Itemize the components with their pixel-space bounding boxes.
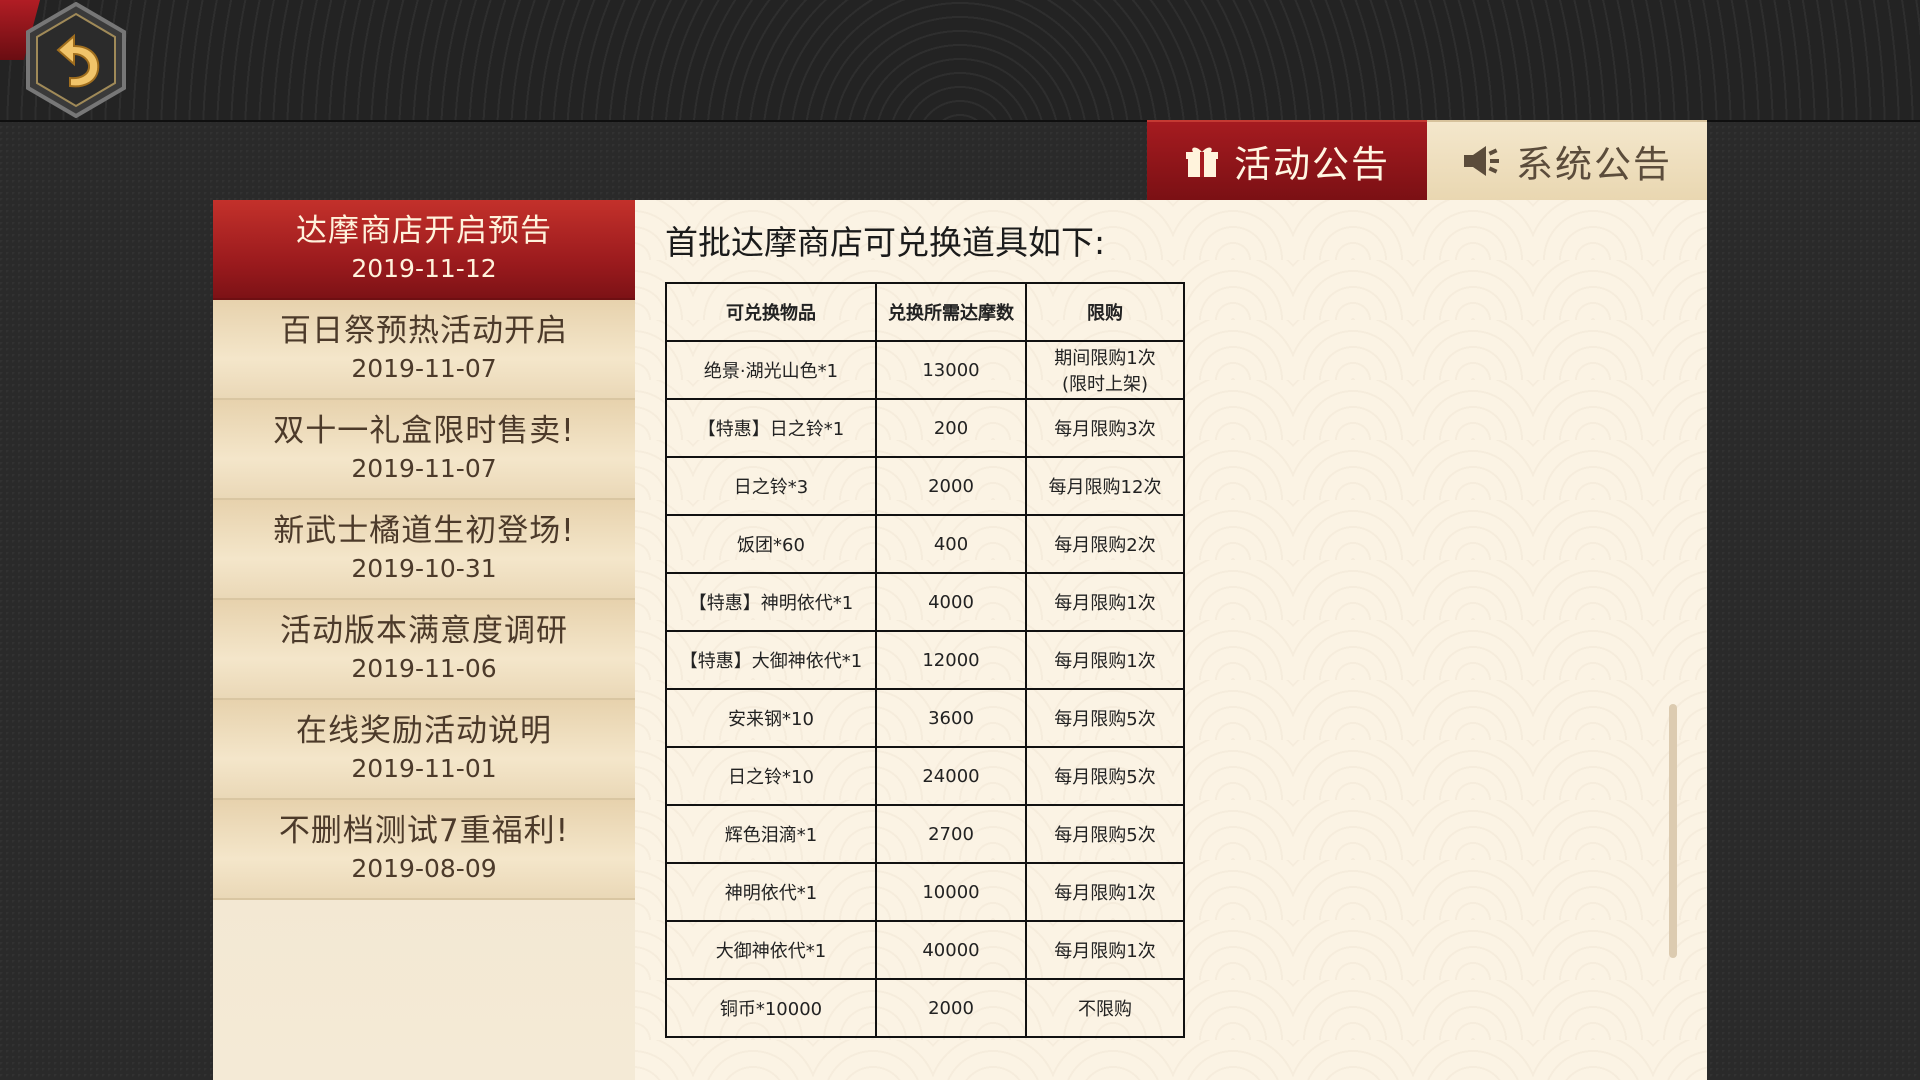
daruma-cost: 4000 (875, 572, 1027, 632)
item-name: 日之铃*10 (665, 746, 877, 806)
table-header-row: 可兑换物品 兑换所需达摩数 限购 (665, 282, 1185, 342)
sidebar-item-test-benefits[interactable]: 不删档测试7重福利! 2019-08-09 (213, 800, 635, 900)
purchase-limit: 每月限购5次 (1025, 804, 1185, 864)
table-row: 日之铃*3 2000 每月限购12次 (665, 456, 1185, 516)
item-name: 辉色泪滴*1 (665, 804, 877, 864)
daruma-cost: 10000 (875, 862, 1027, 922)
gift-icon (1186, 147, 1218, 177)
sidebar-item-title: 双十一礼盒限时售卖! (273, 413, 575, 449)
content-title: 首批达摩商店可兑换道具如下: (665, 223, 1106, 262)
tab-activity-announcement[interactable]: 活动公告 (1147, 120, 1427, 200)
sidebar-item-title: 百日祭预热活动开启 (280, 313, 568, 349)
back-button[interactable] (18, 1, 134, 119)
table-row: 辉色泪滴*1 2700 每月限购5次 (665, 804, 1185, 864)
sidebar-item-double-eleven[interactable]: 双十一礼盒限时售卖! 2019-11-07 (213, 400, 635, 500)
content-scrollbar[interactable] (1669, 704, 1677, 958)
daruma-cost: 3600 (875, 688, 1027, 748)
top-bar (0, 0, 1920, 122)
purchase-limit: 不限购 (1025, 978, 1185, 1038)
purchase-limit: 期间限购1次 (限时上架) (1025, 340, 1185, 400)
purchase-limit: 每月限购2次 (1025, 514, 1185, 574)
sidebar-item-title: 达摩商店开启预告 (296, 213, 552, 249)
table-row: 神明依代*1 10000 每月限购1次 (665, 862, 1185, 922)
daruma-cost: 2000 (875, 456, 1027, 516)
table-row: 饭团*60 400 每月限购2次 (665, 514, 1185, 574)
tab-label: 系统公告 (1516, 143, 1672, 186)
sidebar-item-new-samurai[interactable]: 新武士橘道生初登场! 2019-10-31 (213, 500, 635, 600)
item-name: 饭团*60 (665, 514, 877, 574)
item-name: 日之铃*3 (665, 456, 877, 516)
table-row: 【特惠】大御神依代*1 12000 每月限购1次 (665, 630, 1185, 690)
column-header: 限购 (1025, 282, 1185, 342)
item-name: 安来钢*10 (665, 688, 877, 748)
daruma-cost: 400 (875, 514, 1027, 574)
sidebar-item-online-reward[interactable]: 在线奖励活动说明 2019-11-01 (213, 700, 635, 800)
purchase-limit-note: (限时上架) (1061, 374, 1149, 395)
daruma-cost: 24000 (875, 746, 1027, 806)
speaker-icon (1464, 146, 1499, 176)
item-name: 【特惠】神明依代*1 (665, 572, 877, 632)
tab-system-announcement[interactable]: 系统公告 (1427, 120, 1707, 200)
tab-bar: 活动公告 系统公告 (1147, 120, 1707, 200)
item-name: 绝景·湖光山色*1 (665, 340, 877, 400)
column-header: 兑换所需达摩数 (875, 282, 1027, 342)
purchase-limit: 每月限购5次 (1025, 688, 1185, 748)
daruma-cost: 200 (875, 398, 1027, 458)
back-arrow-icon (26, 1, 126, 119)
table-row: 铜币*10000 2000 不限购 (665, 978, 1185, 1038)
sidebar-item-date: 2019-11-07 (351, 454, 497, 483)
sidebar-item-title: 新武士橘道生初登场! (273, 513, 575, 549)
item-name: 【特惠】大御神依代*1 (665, 630, 877, 690)
sidebar-item-title: 在线奖励活动说明 (296, 713, 552, 749)
daruma-cost: 13000 (875, 340, 1027, 400)
sidebar-item-date: 2019-08-09 (351, 854, 497, 883)
sidebar-item-title: 活动版本满意度调研 (280, 613, 568, 649)
sidebar-item-survey[interactable]: 活动版本满意度调研 2019-11-06 (213, 600, 635, 700)
table-row: 日之铃*10 24000 每月限购5次 (665, 746, 1185, 806)
table-row: 绝景·湖光山色*1 13000 期间限购1次 (限时上架) (665, 340, 1185, 400)
daruma-cost: 2700 (875, 804, 1027, 864)
item-name: 大御神依代*1 (665, 920, 877, 980)
announcement-content: 首批达摩商店可兑换道具如下: 可兑换物品 兑换所需达摩数 限购 绝景·湖光山色*… (651, 210, 1681, 1070)
daruma-cost: 40000 (875, 920, 1027, 980)
table-row: 【特惠】日之铃*1 200 每月限购3次 (665, 398, 1185, 458)
purchase-limit: 每月限购1次 (1025, 572, 1185, 632)
purchase-limit: 每月限购3次 (1025, 398, 1185, 458)
sidebar-item-date: 2019-11-06 (351, 654, 497, 683)
table-row: 大御神依代*1 40000 每月限购1次 (665, 920, 1185, 980)
purchase-limit-line: 期间限购1次 (1054, 348, 1156, 369)
table-row: 安来钢*10 3600 每月限购5次 (665, 688, 1185, 748)
item-name: 铜币*10000 (665, 978, 877, 1038)
daruma-cost: 2000 (875, 978, 1027, 1038)
purchase-limit: 每月限购12次 (1025, 456, 1185, 516)
announcement-panel: 达摩商店开启预告 2019-11-12 百日祭预热活动开启 2019-11-07… (213, 200, 1707, 1080)
sidebar-item-date: 2019-11-12 (351, 254, 497, 283)
sidebar-item-date: 2019-11-01 (351, 754, 497, 783)
sidebar-item-100-day-festival[interactable]: 百日祭预热活动开启 2019-11-07 (213, 300, 635, 400)
sidebar-item-daruma-shop[interactable]: 达摩商店开启预告 2019-11-12 (213, 200, 635, 300)
purchase-limit: 每月限购1次 (1025, 920, 1185, 980)
announcement-list: 达摩商店开启预告 2019-11-12 百日祭预热活动开启 2019-11-07… (213, 200, 635, 1080)
item-name: 【特惠】日之铃*1 (665, 398, 877, 458)
daruma-cost: 12000 (875, 630, 1027, 690)
item-name: 神明依代*1 (665, 862, 877, 922)
exchange-table: 可兑换物品 兑换所需达摩数 限购 绝景·湖光山色*1 13000 期间限购1次 (… (665, 282, 1185, 1038)
purchase-limit: 每月限购5次 (1025, 746, 1185, 806)
sidebar-item-date: 2019-10-31 (351, 554, 497, 583)
column-header: 可兑换物品 (665, 282, 877, 342)
purchase-limit: 每月限购1次 (1025, 862, 1185, 922)
sidebar-item-date: 2019-11-07 (351, 354, 497, 383)
table-row: 【特惠】神明依代*1 4000 每月限购1次 (665, 572, 1185, 632)
sidebar-item-title: 不删档测试7重福利! (278, 813, 570, 849)
tab-label: 活动公告 (1234, 143, 1390, 186)
purchase-limit: 每月限购1次 (1025, 630, 1185, 690)
